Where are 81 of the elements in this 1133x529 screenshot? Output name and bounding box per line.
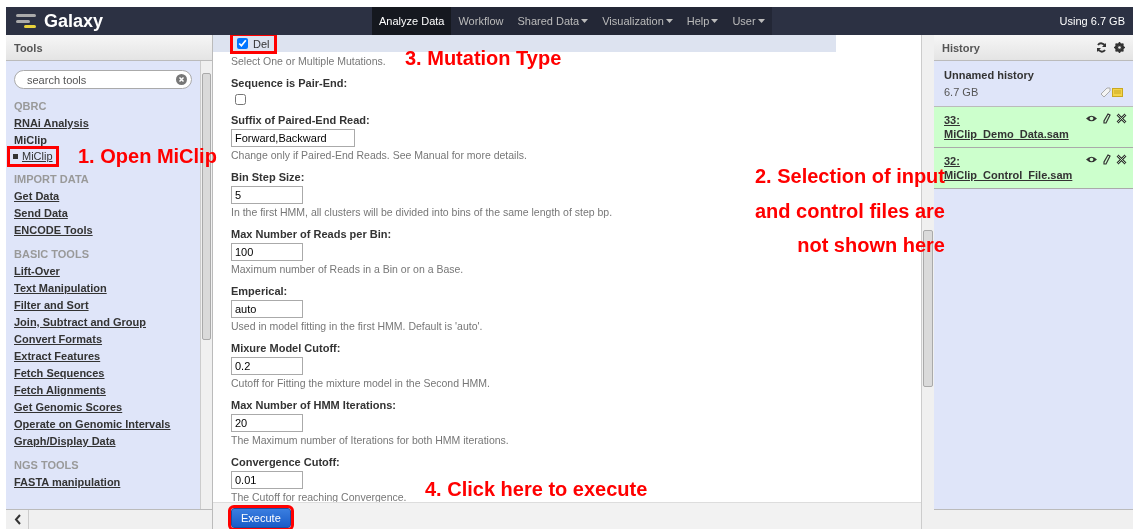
input-field[interactable]: 0.2: [231, 357, 303, 375]
history-name[interactable]: Unnamed history: [944, 69, 1123, 81]
tool-link[interactable]: Operate on Genomic Intervals: [14, 416, 171, 433]
field-label: Convergence Cutoff:: [231, 455, 340, 469]
annotation-text: 3. Mutation Type: [405, 47, 562, 69]
tool-link[interactable]: Text Manipulation: [14, 280, 107, 297]
bullet-icon: [13, 154, 18, 159]
chevron-left-icon[interactable]: [13, 514, 21, 525]
tool-link[interactable]: Graph/Display Data: [14, 433, 116, 450]
tool-link[interactable]: Get Data: [14, 188, 60, 205]
pencil-icon[interactable]: [1101, 154, 1112, 165]
dataset-link[interactable]: 32: MiClip_Control_File.sam: [944, 154, 1073, 182]
tool-link[interactable]: Fetch Sequences: [14, 365, 105, 382]
field-label: Suffix of Paired-End Read:: [231, 113, 370, 127]
dataset-link[interactable]: 33: MiClip_Demo_Data.sam: [944, 113, 1069, 141]
nav-menu-item[interactable]: Workflow: [451, 7, 511, 35]
tool-link[interactable]: Filter and Sort: [14, 297, 89, 314]
nav-menu-item[interactable]: Visualization: [595, 7, 680, 35]
execute-button[interactable]: Execute: [231, 508, 291, 528]
field-hint: The Maximum number of Iterations for both HMM iterations.: [231, 434, 509, 447]
eye-icon[interactable]: [1086, 113, 1097, 124]
section-title: BASIC TOOLS: [14, 247, 89, 261]
history-size: 6.7 GB: [944, 86, 979, 98]
tool-link[interactable]: RNAi Analysis: [14, 115, 89, 132]
annotation-text: 2. Selection of input and control files are not shown here: [754, 165, 945, 258]
tool-link[interactable]: ENCODE Tools: [14, 222, 93, 239]
tool-link[interactable]: Lift-Over: [14, 263, 60, 280]
refresh-icon[interactable]: [1096, 42, 1107, 53]
input-field[interactable]: auto: [231, 300, 303, 318]
annotation-text: 4. Click here to execute: [425, 478, 648, 500]
panel-title: History: [942, 41, 980, 54]
annotation-text: 1. Open MiClip: [78, 145, 217, 167]
section-title: NGS TOOLS: [14, 458, 79, 472]
delete-icon[interactable]: [1116, 113, 1127, 124]
field-label: Emperical:: [231, 284, 288, 298]
field-label: Sequence is Pair-End:: [231, 76, 348, 90]
input-field[interactable]: Forward,Backward: [231, 129, 355, 147]
tool-link[interactable]: Fetch Alignments: [14, 382, 106, 399]
input-field[interactable]: 5: [231, 186, 303, 204]
field-label: Bin Step Size:: [231, 170, 305, 184]
tool-group[interactable]: MiClip: [14, 132, 47, 149]
eye-icon[interactable]: [1086, 154, 1097, 165]
checkbox[interactable]: [235, 94, 246, 105]
field-label: Max Number of HMM Iterations:: [231, 398, 396, 412]
section-title: IMPORT DATA: [14, 172, 89, 186]
tool-link[interactable]: Join, Subtract and Group: [14, 314, 146, 331]
usage-text: Using 6.7 GB: [1059, 15, 1126, 27]
panel-title: Tools: [14, 41, 43, 54]
field-label: Mixure Model Cutoff:: [231, 341, 341, 355]
brand-name[interactable]: Galaxy: [44, 10, 104, 32]
section-title: QBRC: [14, 99, 47, 113]
field-hint: Used in model fitting in the first HMM. Default is 'auto'.: [231, 320, 483, 333]
tool-link[interactable]: Get Genomic Scores: [14, 399, 123, 416]
nav-menu-item[interactable]: Analyze Data: [372, 7, 452, 35]
delete-icon[interactable]: [1116, 154, 1127, 165]
field-hint: In the first HMM, all clusters will be divided into bins of the same length of step bp.: [231, 206, 613, 219]
tool-item[interactable]: MiClip: [10, 149, 56, 164]
input-field[interactable]: 0.01: [231, 471, 303, 489]
settings-icon[interactable]: [1114, 42, 1125, 53]
pencil-icon[interactable]: [1101, 113, 1112, 124]
nav-menu-item[interactable]: Shared Data: [510, 7, 596, 35]
scrollbar[interactable]: [6, 509, 212, 529]
search-field[interactable]: search tools: [14, 70, 192, 89]
field-hint: Cutoff for Fitting the mixture model in the Second HMM.: [231, 377, 490, 390]
logo-icon: [16, 13, 38, 29]
nav-menu-item[interactable]: User: [725, 7, 772, 35]
input-field[interactable]: 100: [231, 243, 303, 261]
tool-link[interactable]: Convert Formats: [14, 331, 103, 348]
clear-icon[interactable]: [176, 74, 187, 85]
tool-link[interactable]: FASTA manipulation: [14, 474, 121, 491]
field-hint: Change only if Paired-End Reads. See Manual for more details.: [231, 149, 527, 162]
checkbox-label[interactable]: Del: [253, 37, 270, 50]
tool-link[interactable]: Send Data: [14, 205, 68, 222]
tool-link[interactable]: Extract Features: [14, 348, 101, 365]
input-field[interactable]: 20: [231, 414, 303, 432]
field-hint: Select One or Multiple Mutations.: [231, 55, 386, 68]
field-label: Max Number of Reads per Bin:: [231, 227, 392, 241]
nav-menu-item[interactable]: Help: [679, 7, 726, 35]
scrollbar[interactable]: [934, 509, 1133, 529]
field-hint: Maximum number of Reads in a Bin or on a Base.: [231, 263, 464, 276]
checkbox[interactable]: [237, 38, 248, 49]
